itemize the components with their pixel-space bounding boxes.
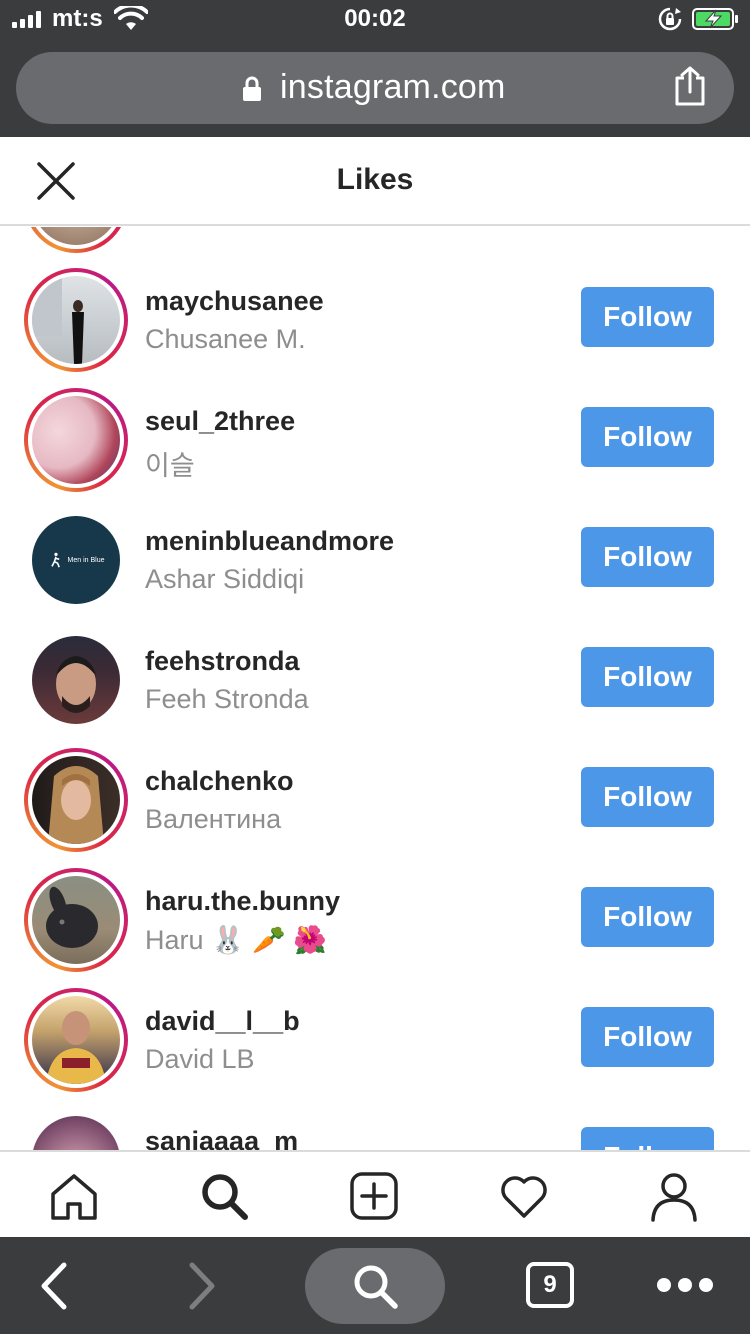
likes-header: Likes	[0, 137, 750, 226]
follow-button[interactable]: Follow	[581, 287, 714, 347]
full-name: Chusanee M.	[145, 324, 306, 354]
profile-icon[interactable]	[648, 1170, 700, 1222]
username[interactable]: chalchenko	[145, 766, 294, 797]
story-ring	[24, 388, 128, 492]
browser-toolbar: 9	[0, 1237, 750, 1334]
story-ring	[24, 748, 128, 852]
full-name: David LB	[145, 1044, 255, 1074]
follow-button[interactable]: Follow	[581, 767, 714, 827]
story-ring	[24, 868, 128, 972]
username[interactable]: seul_2three	[145, 406, 295, 437]
list-item[interactable]: feehstronda Feeh Stronda Follow	[0, 620, 750, 740]
follow-button[interactable]: Follow	[581, 527, 714, 587]
list-item[interactable]: david__l__b David LB Follow	[0, 980, 750, 1100]
browser-top-bar: mt:s 00:02 instagram.com	[0, 0, 750, 137]
full-name: Feeh Stronda	[145, 684, 309, 714]
browser-search-button[interactable]	[305, 1248, 445, 1324]
avatar[interactable]	[32, 1116, 120, 1150]
search-icon	[354, 1265, 398, 1309]
orientation-lock-icon	[658, 7, 682, 31]
running-figure-icon	[50, 552, 60, 568]
search-icon[interactable]	[198, 1170, 250, 1222]
list-item[interactable]: seul_2three 이슬 Follow	[0, 380, 750, 500]
more-menu-icon[interactable]	[656, 1275, 714, 1295]
avatar[interactable]	[32, 756, 120, 844]
home-icon[interactable]	[48, 1170, 100, 1222]
list-item[interactable]: Men in Blue meninblueandmore Ashar Siddi…	[0, 500, 750, 620]
list-item[interactable]: chalchenko Валентина Follow	[0, 740, 750, 860]
full-name: Валентина	[145, 804, 282, 834]
address-bar[interactable]: instagram.com	[16, 52, 734, 124]
tabs-button[interactable]: 9	[526, 1262, 574, 1308]
share-icon[interactable]	[672, 66, 708, 106]
follow-button[interactable]: Follow	[581, 647, 714, 707]
story-ring	[24, 988, 128, 1092]
follow-button[interactable]: Follow	[581, 407, 714, 467]
story-ring	[24, 268, 128, 372]
secure-lock-icon	[243, 76, 261, 101]
username[interactable]: sanjaaaa_m	[145, 1126, 298, 1150]
likes-list[interactable]: maychusanee Chusanee M. Follow seul_2thr…	[0, 227, 750, 1150]
new-post-icon[interactable]	[348, 1170, 400, 1222]
activity-heart-icon[interactable]	[498, 1170, 550, 1222]
battery-charging-icon	[692, 8, 738, 30]
url-text: instagram.com	[280, 68, 506, 106]
avatar[interactable]: Men in Blue	[32, 516, 120, 604]
full-name: Haru 🐰 🥕 🌺	[145, 925, 327, 955]
avatar-wrapper: Men in Blue	[24, 508, 128, 612]
follow-button[interactable]: Follow	[581, 887, 714, 947]
back-icon[interactable]	[38, 1261, 70, 1311]
avatar[interactable]	[32, 876, 120, 964]
story-ring	[24, 227, 128, 253]
full-name: 이슬	[145, 451, 195, 481]
avatar[interactable]	[32, 636, 120, 724]
status-time: 00:02	[344, 5, 406, 32]
avatar-logo-text: Men in Blue	[67, 556, 105, 564]
list-item[interactable]: sanjaaaa_m Follow	[0, 1100, 750, 1150]
avatar[interactable]	[32, 396, 120, 484]
avatar[interactable]	[32, 996, 120, 1084]
page-title: Likes	[336, 163, 414, 196]
full-name: Ashar Siddiqi	[145, 564, 305, 594]
list-item[interactable]: maychusanee Chusanee M. Follow	[0, 260, 750, 380]
follow-button[interactable]: Follow	[581, 1127, 714, 1150]
avatar[interactable]	[32, 276, 120, 364]
bottom-navigation	[0, 1150, 750, 1237]
forward-icon[interactable]	[186, 1261, 218, 1311]
username[interactable]: maychusanee	[145, 286, 324, 317]
avatar-wrapper	[24, 628, 128, 732]
list-item[interactable]	[0, 227, 750, 261]
follow-button[interactable]: Follow	[581, 1007, 714, 1067]
username[interactable]: feehstronda	[145, 646, 300, 677]
username[interactable]: meninblueandmore	[145, 526, 394, 557]
list-item[interactable]: haru.the.bunny Haru 🐰 🥕 🌺 Follow	[0, 860, 750, 980]
avatar-wrapper	[24, 1108, 128, 1150]
username[interactable]: david__l__b	[145, 1006, 300, 1037]
status-bar: mt:s 00:02	[0, 0, 750, 40]
username[interactable]: haru.the.bunny	[145, 886, 340, 917]
